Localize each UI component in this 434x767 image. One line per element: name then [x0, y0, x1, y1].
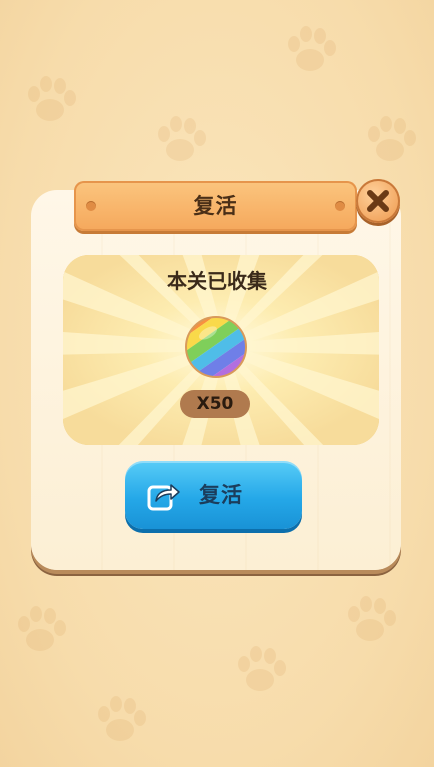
- paw-print-icon: [18, 606, 66, 651]
- item-count-badge: X50: [180, 390, 250, 418]
- dialog-title: 复活: [193, 194, 238, 218]
- revive-share-button[interactable]: 复活: [125, 461, 302, 529]
- share-icon: [147, 484, 180, 511]
- revive-button-label: 复活: [199, 483, 243, 507]
- paw-print-icon: [28, 76, 76, 121]
- rainbow-candy-icon: [184, 315, 248, 379]
- paw-print-icon: [348, 596, 396, 641]
- close-icon: [367, 190, 389, 212]
- paw-print-icon: [368, 116, 416, 161]
- close-button[interactable]: [356, 179, 400, 223]
- reward-title: 本关已收集: [167, 269, 267, 293]
- paw-print-icon: [238, 646, 286, 691]
- paw-print-icon: [98, 696, 146, 741]
- paw-print-icon: [158, 116, 206, 161]
- title-banner: 复活: [74, 181, 357, 231]
- paw-print-icon: [288, 26, 336, 71]
